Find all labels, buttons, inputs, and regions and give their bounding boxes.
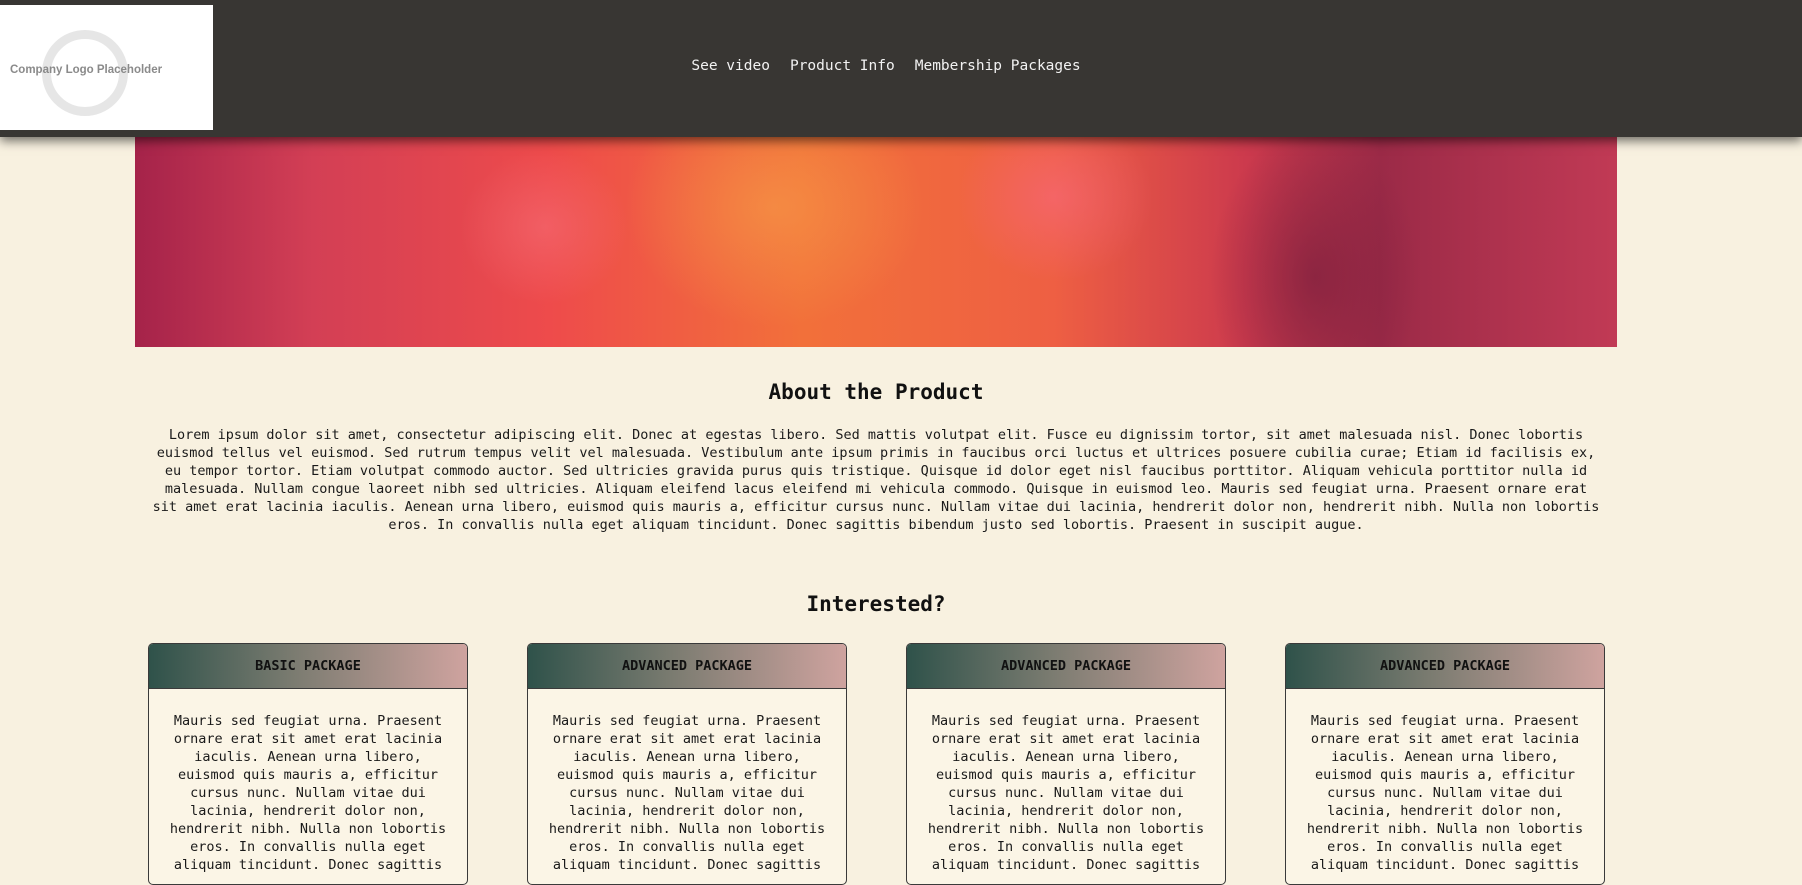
about-title: About the Product <box>768 380 984 404</box>
package-card-text: Mauris sed feugiat urna. Praesent ornare… <box>927 713 1205 873</box>
package-card-advanced: ADVANCED PACKAGE Mauris sed feugiat urna… <box>906 643 1226 885</box>
package-card-title: ADVANCED PACKAGE <box>528 644 846 689</box>
package-card-text: Mauris sed feugiat urna. Praesent ornare… <box>169 713 447 873</box>
site-header: Company Logo Placeholder See video Produ… <box>0 0 1802 137</box>
about-text: Lorem ipsum dolor sit amet, consectetur … <box>152 427 1600 533</box>
package-card-title: BASIC PACKAGE <box>149 644 467 689</box>
nav-membership-packages[interactable]: Membership Packages <box>915 58 1081 74</box>
interested-title: Interested? <box>806 592 946 616</box>
nav-see-video[interactable]: See video <box>691 58 770 74</box>
package-card-advanced: ADVANCED PACKAGE Mauris sed feugiat urna… <box>527 643 847 885</box>
package-card-text: Mauris sed feugiat urna. Praesent ornare… <box>548 713 826 873</box>
package-card-text: Mauris sed feugiat urna. Praesent ornare… <box>1306 713 1584 873</box>
main-nav: See video Product Info Membership Packag… <box>0 58 1772 74</box>
package-card-title: ADVANCED PACKAGE <box>1286 644 1604 689</box>
package-card-advanced: ADVANCED PACKAGE Mauris sed feugiat urna… <box>1285 643 1605 885</box>
package-card-title: ADVANCED PACKAGE <box>907 644 1225 689</box>
hero-banner-image <box>135 137 1617 347</box>
package-card-basic: BASIC PACKAGE Mauris sed feugiat urna. P… <box>148 643 468 885</box>
nav-product-info[interactable]: Product Info <box>790 58 895 74</box>
